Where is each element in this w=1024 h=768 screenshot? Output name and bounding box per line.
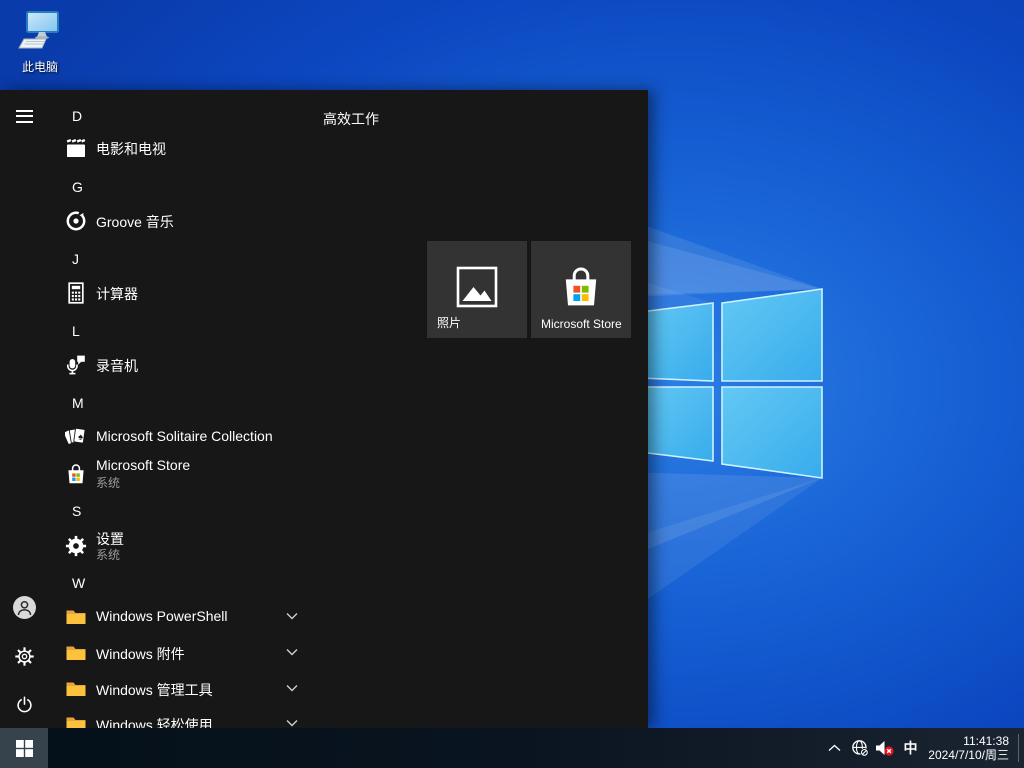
settings-gear-icon — [65, 535, 87, 557]
movies-tv-icon — [65, 137, 87, 159]
tile-label: 照片 — [437, 314, 461, 331]
tray-expand-button[interactable] — [822, 728, 847, 768]
hamburger-icon — [16, 106, 33, 126]
app-item-sublabel: 系统 — [96, 546, 120, 563]
app-item-movies-tv[interactable]: 电影和电视 — [0, 132, 336, 164]
tile-label: Microsoft Store — [541, 317, 622, 331]
show-desktop-button[interactable] — [1019, 728, 1024, 768]
folder-item-windows-admin-tools[interactable]: Windows 管理工具 — [0, 673, 336, 705]
chevron-down-icon[interactable] — [286, 719, 298, 727]
taskbar-clock[interactable]: 11:41:38 2024/7/10/周三 — [924, 734, 1018, 762]
folder-icon — [65, 642, 87, 664]
store-icon — [65, 463, 87, 485]
folder-item-windows-powershell[interactable]: Windows PowerShell — [0, 601, 336, 633]
app-item-label: Microsoft Solitaire Collection — [96, 428, 273, 444]
folder-item-label: Windows 管理工具 — [96, 680, 213, 700]
computer-icon — [18, 10, 62, 52]
folder-icon — [65, 678, 87, 700]
app-section-header[interactable]: L — [72, 321, 80, 341]
app-item-voice-recorder[interactable]: 录音机 — [0, 349, 336, 381]
system-tray: 中 11:41:38 2024/7/10/周三 — [822, 728, 1024, 768]
app-item-microsoft-store[interactable]: Microsoft Store 系统 — [0, 456, 336, 492]
voice-recorder-icon — [65, 354, 87, 376]
windows-logo-icon — [16, 740, 33, 757]
folder-item-label: Windows PowerShell — [96, 608, 228, 624]
folder-icon — [65, 606, 87, 628]
app-item-solitaire[interactable]: ♠ Microsoft Solitaire Collection — [0, 421, 336, 453]
globe-no-internet-icon — [851, 739, 869, 757]
clock-time: 11:41:38 — [924, 734, 1009, 748]
app-item-settings[interactable]: 设置 系统 — [0, 528, 336, 564]
app-section-header[interactable]: S — [72, 501, 81, 521]
clock-date: 2024/7/10/周三 — [924, 748, 1009, 762]
chevron-down-icon[interactable] — [286, 648, 298, 656]
chevron-down-icon[interactable] — [286, 684, 298, 692]
calculator-icon — [65, 282, 87, 304]
taskbar: 中 11:41:38 2024/7/10/周三 — [0, 728, 1024, 768]
tile-group-title[interactable]: 高效工作 — [323, 109, 379, 129]
folder-item-windows-accessories[interactable]: Windows 附件 — [0, 637, 336, 669]
app-section-header[interactable]: M — [72, 393, 84, 413]
network-status-button[interactable] — [847, 728, 872, 768]
app-section-header[interactable]: W — [72, 573, 85, 593]
solitaire-icon: ♠ — [65, 426, 87, 448]
app-item-label: 录音机 — [96, 356, 138, 376]
start-button[interactable] — [0, 728, 48, 768]
chevron-up-icon — [828, 744, 841, 752]
volume-button[interactable] — [872, 728, 897, 768]
app-section-header[interactable]: D — [72, 106, 82, 126]
app-item-groove-music[interactable]: Groove 音乐 — [0, 205, 336, 237]
ime-indicator[interactable]: 中 — [897, 738, 924, 758]
start-menu: D 电影和电视 G Groove 音乐 J — [0, 90, 648, 728]
app-item-label: 电影和电视 — [96, 139, 166, 159]
groove-music-icon — [65, 210, 87, 232]
desktop-icon-label: 此电脑 — [10, 58, 70, 75]
volume-muted-icon — [875, 739, 895, 757]
desktop-icon-this-pc[interactable]: 此电脑 — [10, 10, 70, 75]
tile-microsoft-store[interactable]: Microsoft Store — [531, 241, 631, 338]
app-item-calculator[interactable]: 计算器 — [0, 277, 336, 309]
app-item-sublabel: 系统 — [96, 474, 120, 491]
app-item-label: Groove 音乐 — [96, 212, 174, 232]
tile-photos[interactable]: 照片 — [427, 241, 527, 338]
photos-icon — [455, 265, 499, 309]
folder-item-label: Windows 附件 — [96, 644, 185, 664]
app-item-label: 计算器 — [96, 284, 138, 304]
app-section-header[interactable]: G — [72, 177, 83, 197]
store-icon — [559, 265, 603, 309]
chevron-down-icon[interactable] — [286, 612, 298, 620]
app-item-label: Microsoft Store — [96, 457, 190, 473]
app-section-header[interactable]: J — [72, 249, 79, 269]
